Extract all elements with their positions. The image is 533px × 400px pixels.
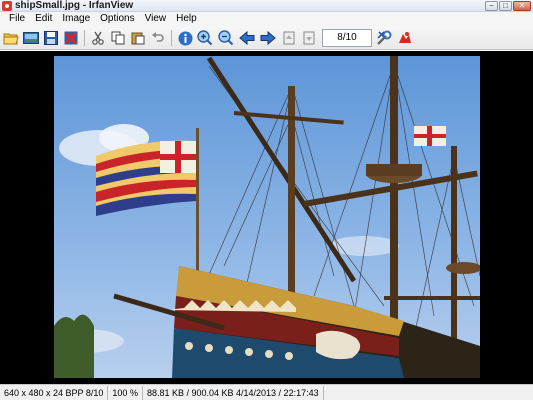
irfanview-icon[interactable]	[396, 29, 414, 47]
menu-edit[interactable]: Edit	[30, 12, 57, 26]
photo	[54, 56, 480, 378]
status-bar: 640 x 480 x 24 BPP 8/10 100 % 88.81 KB /…	[0, 384, 533, 400]
menu-file[interactable]: File	[4, 12, 30, 26]
title-bar: shipSmall.jpg - IrfanView − □ ✕	[0, 0, 533, 12]
irfanview-app-icon	[2, 1, 12, 11]
menu-view[interactable]: View	[140, 12, 172, 26]
status-dimensions: 640 x 480 x 24 BPP 8/10	[0, 385, 109, 400]
previous-icon[interactable]	[238, 29, 256, 47]
first-page-icon[interactable]	[280, 29, 298, 47]
save-icon[interactable]	[42, 29, 60, 47]
next-icon[interactable]	[259, 29, 277, 47]
undo-icon[interactable]	[149, 29, 167, 47]
minimize-button[interactable]: −	[485, 1, 498, 11]
copy-icon[interactable]	[109, 29, 127, 47]
window-controls: − □ ✕	[484, 1, 531, 11]
zoom-in-icon[interactable]	[196, 29, 214, 47]
window-title: shipSmall.jpg - IrfanView	[15, 0, 134, 11]
status-filesize: 88.81 KB / 900.04 KB 4/14/2013 / 22:17:4…	[143, 385, 324, 400]
status-zoom: 100 %	[108, 385, 143, 400]
delete-icon[interactable]	[62, 29, 80, 47]
close-button[interactable]: ✕	[513, 1, 531, 11]
toolbar: 8/10	[0, 26, 533, 50]
menu-image[interactable]: Image	[57, 12, 95, 26]
toolbar-separator	[84, 30, 85, 46]
paste-icon[interactable]	[129, 29, 147, 47]
toolbar-separator	[171, 30, 172, 46]
menu-options[interactable]: Options	[95, 12, 139, 26]
menu-help[interactable]: Help	[171, 12, 202, 26]
info-icon[interactable]	[176, 29, 194, 47]
last-page-icon[interactable]	[300, 29, 318, 47]
cut-icon[interactable]	[89, 29, 107, 47]
image-canvas[interactable]	[0, 51, 533, 384]
settings-icon[interactable]	[375, 29, 393, 47]
menu-bar: File Edit Image Options View Help	[0, 12, 533, 26]
zoom-out-icon[interactable]	[217, 29, 235, 47]
maximize-button[interactable]: □	[499, 1, 512, 11]
slideshow-icon[interactable]	[22, 29, 40, 47]
open-folder-icon[interactable]	[2, 29, 20, 47]
page-indicator[interactable]: 8/10	[322, 29, 372, 47]
